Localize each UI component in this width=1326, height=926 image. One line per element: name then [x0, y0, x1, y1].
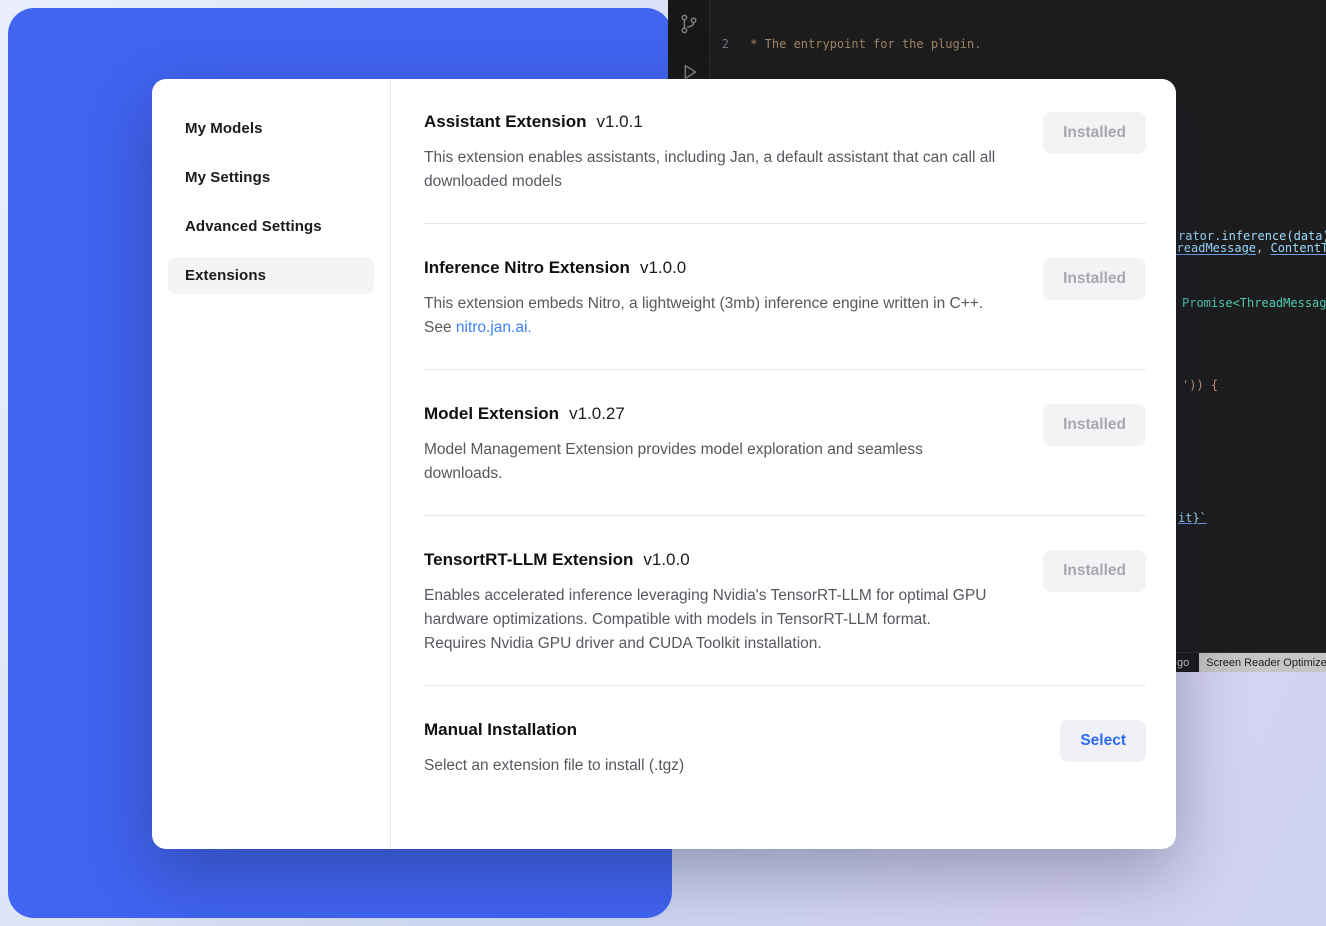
extension-info: Inference Nitro Extension v1.0.0 This ext… [424, 258, 996, 340]
installed-button[interactable]: Installed [1043, 550, 1146, 592]
extension-description: This extension enables assistants, inclu… [424, 146, 996, 194]
extension-title: TensortRT-LLM Extension v1.0.0 [424, 550, 996, 570]
settings-sidebar: My Models My Settings Advanced Settings … [152, 79, 391, 849]
sidebar-item-advanced-settings[interactable]: Advanced Settings [168, 208, 374, 245]
extension-row-inference-nitro: Inference Nitro Extension v1.0.0 This ext… [424, 223, 1146, 369]
nitro-jan-ai-link[interactable]: nitro.jan.ai. [456, 319, 532, 336]
extension-title: Assistant Extension v1.0.1 [424, 112, 996, 132]
extension-info: Manual Installation Select an extension … [424, 720, 996, 778]
extension-name: Inference Nitro Extension [424, 258, 630, 277]
code-fragment: it}` [1178, 511, 1207, 525]
sidebar-item-my-settings[interactable]: My Settings [168, 159, 374, 196]
extension-description: This extension embeds Nitro, a lightweig… [424, 292, 996, 340]
manual-installation-description: Select an extension file to install (.tg… [424, 754, 996, 778]
extension-name: TensortRT-LLM Extension [424, 550, 633, 569]
settings-modal: My Models My Settings Advanced Settings … [152, 79, 1176, 849]
code-token: * The entrypoint for the plugin. [743, 36, 981, 53]
select-file-button[interactable]: Select [1060, 720, 1146, 762]
desktop-background: 2 * The entrypoint for the plugin. 3 */ … [0, 0, 1326, 926]
extension-info: Assistant Extension v1.0.1 This extension… [424, 112, 996, 194]
sidebar-item-extensions[interactable]: Extensions [168, 257, 374, 294]
sidebar-item-my-models[interactable]: My Models [168, 110, 374, 147]
extension-title: Inference Nitro Extension v1.0.0 [424, 258, 996, 278]
extension-title: Model Extension v1.0.27 [424, 404, 996, 424]
extension-version: v1.0.0 [643, 550, 689, 569]
installed-button[interactable]: Installed [1043, 112, 1146, 154]
code-line: 2 * The entrypoint for the plugin. [711, 36, 1326, 53]
line-number: 2 [711, 36, 743, 53]
code-fragment: ')) { [1182, 378, 1218, 392]
source-control-icon[interactable] [677, 12, 701, 36]
extension-version: v1.0.27 [569, 404, 625, 423]
extension-description: Model Management Extension provides mode… [424, 438, 996, 486]
extension-info: Model Extension v1.0.27 Model Management … [424, 404, 996, 486]
installed-button[interactable]: Installed [1043, 404, 1146, 446]
code-fragment: Promise<ThreadMessage> [1182, 296, 1326, 310]
installed-button[interactable]: Installed [1043, 258, 1146, 300]
extension-version: v1.0.1 [597, 112, 643, 131]
code-fragment: rator.inference(data)); [1178, 229, 1326, 243]
extension-row-model: Model Extension v1.0.27 Model Management … [424, 369, 1146, 515]
status-language-indicator[interactable]: go [1177, 657, 1189, 669]
section-name: Manual Installation [424, 720, 577, 739]
extension-name: Model Extension [424, 404, 559, 423]
manual-installation-row: Manual Installation Select an extension … [424, 685, 1146, 807]
extension-info: TensortRT-LLM Extension v1.0.0 Enables ac… [424, 550, 996, 656]
extension-name: Assistant Extension [424, 112, 587, 131]
manual-installation-title: Manual Installation [424, 720, 996, 740]
extension-description: Enables accelerated inference leveraging… [424, 584, 996, 656]
extensions-panel: Assistant Extension v1.0.1 This extension… [391, 79, 1176, 849]
extension-row-tensorrt-llm: TensortRT-LLM Extension v1.0.0 Enables ac… [424, 515, 1146, 685]
screen-reader-status-badge[interactable]: Screen Reader Optimized [1199, 653, 1326, 673]
extension-version: v1.0.0 [640, 258, 686, 277]
extension-row-assistant: Assistant Extension v1.0.1 This extension… [424, 112, 1146, 223]
